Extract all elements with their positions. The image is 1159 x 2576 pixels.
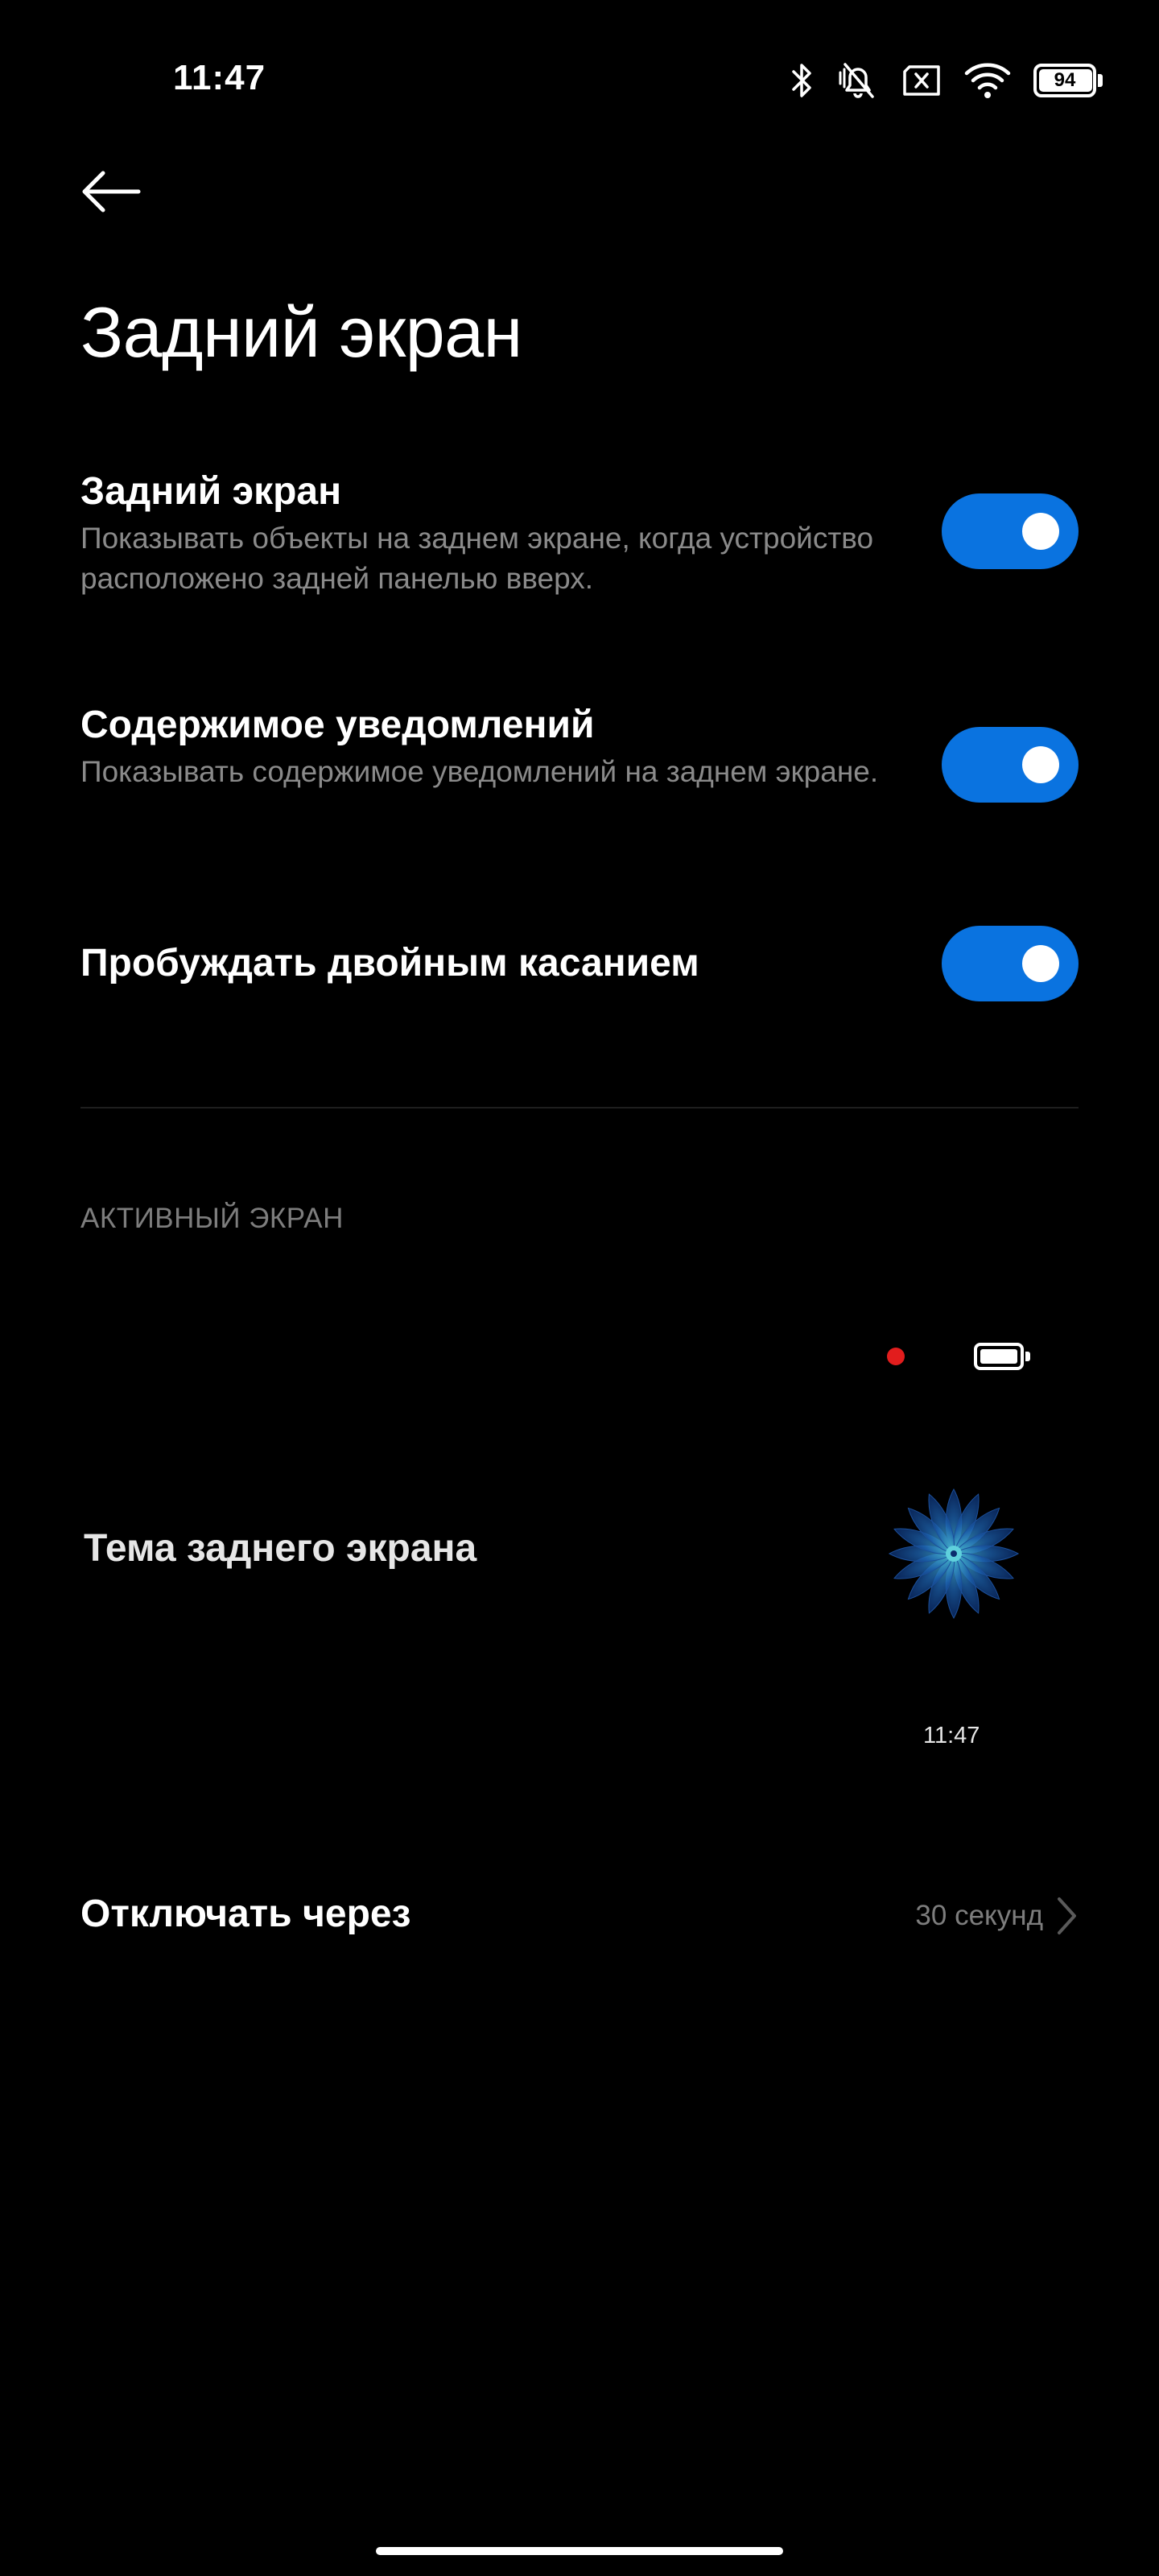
setting-title: Пробуждать двойным касанием	[80, 942, 699, 985]
chevron-right-icon	[1058, 1897, 1076, 1934]
toggle-knob	[1022, 746, 1059, 783]
setting-title: Содержимое уведомлений	[80, 704, 595, 746]
flower-theme-icon[interactable]	[885, 1485, 1022, 1622]
timeout-setting-row[interactable]: Отключать через 30 секунд	[80, 1884, 1079, 1948]
divider	[80, 1107, 1079, 1108]
toggle-knob	[1022, 513, 1059, 550]
battery-level: 94	[1054, 69, 1076, 91]
setting-title: Задний экран	[80, 470, 342, 513]
notification-dot	[887, 1348, 905, 1365]
timeout-label: Отключать через	[80, 1893, 411, 1935]
bluetooth-icon	[790, 62, 815, 99]
setting-description: Показывать объекты на заднем экране, ког…	[80, 522, 874, 595]
status-bar: 11:47 94	[0, 0, 1159, 161]
preview-time: 11:47	[923, 1723, 980, 1748]
notification-content-toggle[interactable]	[942, 727, 1079, 803]
toggle-knob	[1022, 945, 1059, 982]
double-tap-wake-toggle[interactable]	[942, 926, 1079, 1001]
setting-description: Показывать содержимое уведомлений на зад…	[80, 755, 879, 788]
setting-rear-screen[interactable]: Задний экран Показывать объекты на задне…	[80, 467, 1079, 595]
preview-battery-icon	[974, 1343, 1030, 1370]
no-sim-icon	[901, 64, 942, 97]
setting-notification-content[interactable]: Содержимое уведомлений Показывать содерж…	[80, 700, 1079, 821]
back-arrow-icon	[82, 171, 141, 213]
home-indicator[interactable]	[376, 2547, 783, 2555]
wifi-icon	[964, 62, 1011, 99]
vibrate-mute-icon	[837, 61, 879, 100]
section-header-active-screen: АКТИВНЫЙ ЭКРАН	[80, 1203, 344, 1234]
status-icons: 94	[790, 56, 1103, 105]
back-button[interactable]	[77, 161, 145, 222]
theme-setting-label[interactable]: Тема заднего экрана	[84, 1526, 476, 1571]
status-time: 11:47	[173, 58, 266, 97]
timeout-value: 30 секунд	[915, 1900, 1043, 1931]
rear-screen-toggle[interactable]	[942, 493, 1079, 569]
battery-icon: 94	[1033, 64, 1103, 97]
setting-double-tap-wake[interactable]: Пробуждать двойным касанием	[80, 926, 1079, 1001]
page-title: Задний экран	[80, 292, 522, 372]
